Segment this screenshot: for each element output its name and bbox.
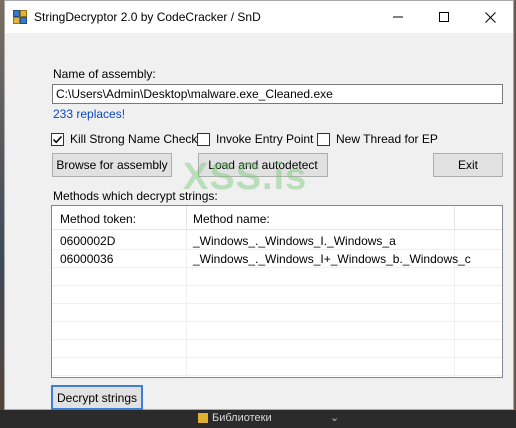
minimize-icon	[393, 16, 403, 18]
invoke-entry-point-label: Invoke Entry Point	[216, 132, 314, 146]
empty-row	[52, 304, 502, 322]
methods-list[interactable]: Method token: Method name: 0600002D _Win…	[51, 205, 503, 378]
list-header: Method token: Method name:	[52, 206, 502, 230]
kill-strong-name-checkbox[interactable]: Kill Strong Name Check	[51, 132, 197, 146]
browse-assembly-button[interactable]: Browse for assembly	[52, 153, 172, 177]
exit-button[interactable]: Exit	[433, 153, 503, 177]
column-header-token[interactable]: Method token:	[60, 212, 136, 226]
new-thread-label: New Thread for EP	[336, 132, 438, 146]
maximize-icon	[439, 12, 449, 22]
assembly-path-input[interactable]: C:\Users\Admin\Desktop\malware.exe_Clean…	[52, 84, 503, 104]
main-window: StringDecryptor 2.0 by CodeCracker / SnD…	[4, 0, 514, 410]
chevron-down-icon: ⌄	[330, 412, 340, 424]
method-token-cell: 0600002D	[60, 234, 116, 248]
method-name-cell: _Windows_._Windows_I+_Windows_b._Windows…	[193, 252, 471, 266]
header-divider	[186, 206, 187, 230]
close-button[interactable]	[467, 1, 513, 33]
app-icon	[13, 10, 27, 24]
empty-row	[52, 322, 502, 340]
table-row[interactable]: 0600002D _Windows_._Windows_I._Windows_a	[52, 232, 502, 250]
method-token-cell: 06000036	[60, 252, 114, 266]
decrypt-strings-button[interactable]: Decrypt strings	[51, 385, 143, 410]
method-name-cell: _Windows_._Windows_I._Windows_a	[193, 234, 396, 248]
empty-row	[52, 286, 502, 304]
assembly-label: Name of assembly:	[53, 67, 156, 81]
new-thread-checkbox[interactable]: New Thread for EP	[317, 132, 438, 146]
maximize-button[interactable]	[421, 1, 467, 33]
column-header-name[interactable]: Method name:	[193, 212, 270, 226]
invoke-entry-point-checkbox[interactable]: Invoke Entry Point	[197, 132, 313, 146]
load-autodetect-button[interactable]: Load and autodetect	[198, 153, 328, 177]
methods-label: Methods which decrypt strings:	[53, 189, 218, 203]
empty-row	[52, 340, 502, 358]
empty-row	[52, 268, 502, 286]
window-title: StringDecryptor 2.0 by CodeCracker / SnD	[34, 10, 261, 24]
checkbox-unchecked-icon	[317, 132, 330, 146]
kill-strong-name-label: Kill Strong Name Check	[70, 132, 198, 146]
folder-icon	[198, 413, 208, 423]
checkbox-checked-icon	[51, 132, 64, 146]
close-icon	[484, 11, 496, 23]
minimize-button[interactable]	[375, 1, 421, 33]
title-bar: StringDecryptor 2.0 by CodeCracker / SnD	[5, 1, 513, 33]
desktop-folder-label: Библиотеки	[212, 412, 272, 424]
header-divider	[454, 206, 455, 230]
empty-row	[52, 358, 502, 376]
table-row[interactable]: 06000036 _Windows_._Windows_I+_Windows_b…	[52, 250, 502, 268]
replaces-status: 233 replaces!	[53, 107, 126, 121]
checkbox-unchecked-icon	[197, 132, 210, 146]
